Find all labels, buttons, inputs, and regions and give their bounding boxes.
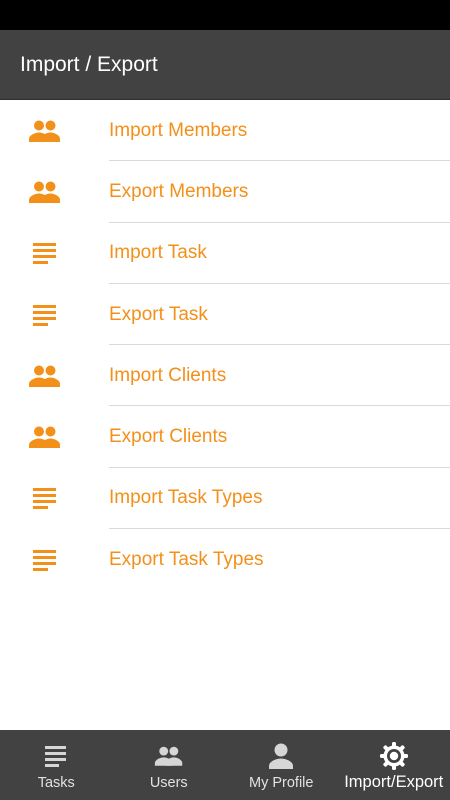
notes-icon — [28, 301, 62, 329]
list-item-export-clients[interactable]: Export Clients — [0, 406, 450, 468]
bottom-navigation: Tasks Users My Profile Import/Export — [0, 730, 450, 800]
list-item-import-task[interactable]: Import Task — [0, 223, 450, 284]
nav-label: Tasks — [37, 775, 75, 791]
nav-tab-tasks[interactable]: Tasks — [0, 730, 113, 800]
list-item-label: Export Task — [109, 303, 208, 325]
status-bar — [0, 0, 450, 30]
group-icon — [28, 423, 62, 451]
gear-icon — [379, 742, 408, 770]
list-item-label: Export Task Types — [109, 548, 264, 570]
list-item-label: Export Clients — [109, 426, 228, 448]
group-icon — [28, 178, 62, 206]
list-item-import-clients[interactable]: Import Clients — [0, 345, 450, 407]
nav-label: Users — [149, 775, 188, 791]
list-item-label: Import Task Types — [109, 487, 263, 509]
list-item-label: Export Members — [109, 180, 249, 202]
nav-tab-import-export[interactable]: Import/Export — [338, 730, 450, 800]
app-bar: Import / Export — [0, 30, 450, 100]
list-item-import-task-types[interactable]: Import Task Types — [0, 468, 450, 530]
notes-icon — [45, 742, 67, 770]
list-item-import-members[interactable]: Import Members — [0, 100, 450, 162]
page-title: Import / Export — [20, 53, 158, 76]
nav-label: My Profile — [249, 775, 314, 791]
group-icon — [28, 117, 62, 145]
import-export-list: Import Members Export Members Import Tas… — [0, 100, 450, 590]
list-item-export-task-types[interactable]: Export Task Types — [0, 529, 450, 590]
group-icon — [154, 742, 184, 770]
notes-icon — [28, 239, 62, 267]
list-item-label: Import Task — [109, 242, 207, 264]
list-item-label: Import Clients — [109, 364, 227, 386]
list-item-export-members[interactable]: Export Members — [0, 161, 450, 223]
notes-icon — [28, 484, 62, 512]
person-icon — [269, 742, 294, 770]
nav-label: Import/Export — [344, 773, 444, 791]
nav-tab-my-profile[interactable]: My Profile — [225, 730, 338, 800]
notes-icon — [28, 546, 62, 574]
list-item-export-task[interactable]: Export Task — [0, 284, 450, 346]
group-icon — [28, 362, 62, 390]
list-item-label: Import Members — [109, 119, 248, 141]
nav-tab-users[interactable]: Users — [113, 730, 226, 800]
